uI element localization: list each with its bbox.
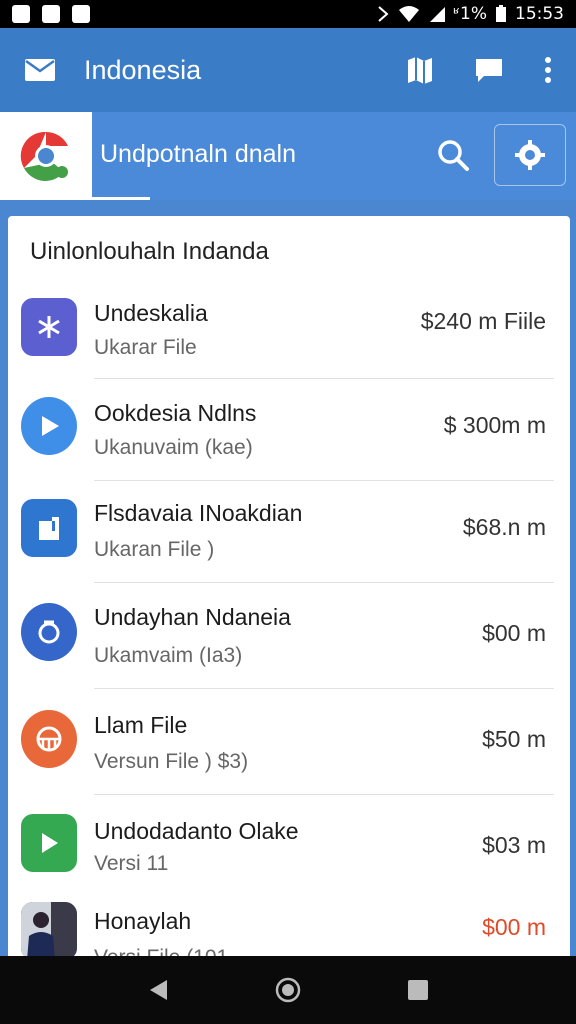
map-icon[interactable] <box>406 55 434 85</box>
tag-icon <box>21 499 77 557</box>
search-input[interactable]: Undpotnaln dnaln <box>100 140 296 169</box>
battery-icon <box>496 5 506 22</box>
settings-button[interactable] <box>494 124 566 186</box>
item-subtitle: Ukanuvaim (kae) <box>94 436 253 459</box>
app-bar: Indonesia <box>0 28 576 112</box>
search-icon[interactable] <box>436 138 470 172</box>
item-name: Ookdesia Ndlns <box>94 400 257 426</box>
photo-avatar-icon <box>21 902 77 960</box>
search-underline <box>92 197 150 200</box>
divider <box>94 378 554 379</box>
item-price: $ 300m m <box>443 412 546 438</box>
gear-icon <box>515 140 545 170</box>
folder-play-icon <box>21 814 77 872</box>
item-name: Llam File <box>94 712 188 738</box>
notification-icons <box>12 5 90 23</box>
list-item[interactable]: Undeskalia Ukarar File $240 m Fiile <box>8 296 570 396</box>
item-subtitle: Versun File ) $3) <box>94 750 249 773</box>
chrome-logo-icon <box>20 131 68 181</box>
divider <box>94 688 554 689</box>
chat-icon[interactable] <box>474 56 504 84</box>
item-subtitle: Ukamvaim (Ia3) <box>94 644 243 667</box>
item-price: $50 m <box>482 726 546 752</box>
item-name: Flsdavaia INoakdian <box>94 500 303 526</box>
list-title: Uinlonlouhaln Indanda <box>30 238 269 265</box>
item-name: Undeskalia <box>94 300 208 326</box>
overflow-menu-icon[interactable] <box>544 56 552 84</box>
mail-icon[interactable] <box>24 58 56 82</box>
list-item[interactable]: Ookdesia Ndlns Ukanuvaim (kae) $ 300m m <box>8 396 570 498</box>
list-item[interactable]: Undodadanto Olake Versi 11 $03 m <box>8 812 570 902</box>
item-name: Honaylah <box>94 908 192 934</box>
item-subtitle: Versi 11 <box>94 852 169 875</box>
divider <box>94 480 554 481</box>
item-name: Undayhan Ndaneia <box>94 604 291 630</box>
navigation-bar <box>0 956 576 1024</box>
divider <box>94 794 554 795</box>
item-price: $240 m Fiile <box>420 308 546 334</box>
file-list-panel: Uinlonlouhaln Indanda Undeskalia Ukarar … <box>8 216 570 976</box>
notification-icon <box>42 5 60 23</box>
list-item[interactable]: Llam File Versun File ) $3) $50 m <box>8 706 570 812</box>
app-logo <box>0 112 92 200</box>
ring-icon <box>21 603 77 661</box>
battery-text: ʶ1% <box>453 4 487 24</box>
recents-icon[interactable] <box>407 979 429 1001</box>
clock: 15:53 <box>515 4 564 24</box>
item-price: $03 m <box>482 832 546 858</box>
item-name: Undodadanto Olake <box>94 818 299 844</box>
notification-icon <box>12 5 30 23</box>
divider <box>94 582 554 583</box>
status-right: ʶ1% 15:53 <box>376 4 564 24</box>
home-icon[interactable] <box>275 977 301 1003</box>
list-item[interactable]: Flsdavaia INoakdian Ukaran File ) $68.n … <box>8 498 570 600</box>
play-icon <box>21 397 77 455</box>
app-title: Indonesia <box>84 54 202 85</box>
item-price: $68.n m <box>462 514 546 540</box>
item-subtitle: Ukaran File ) <box>94 538 215 561</box>
circle-grid-icon <box>21 710 77 768</box>
vibrate-icon <box>377 6 389 22</box>
wifi-icon <box>398 6 419 22</box>
item-price: $00 m <box>482 914 546 940</box>
status-bar: ʶ1% 15:53 <box>0 0 576 28</box>
item-subtitle: Ukarar File <box>94 336 197 359</box>
asterisk-icon <box>21 298 77 356</box>
search-bar: Undpotnaln dnaln <box>0 112 576 200</box>
notification-icon <box>72 5 90 23</box>
signal-icon <box>429 7 445 22</box>
item-price: $00 m <box>482 620 546 646</box>
list-item[interactable]: Undayhan Ndaneia Ukamvaim (Ia3) $00 m <box>8 600 570 706</box>
back-icon[interactable] <box>147 978 169 1002</box>
